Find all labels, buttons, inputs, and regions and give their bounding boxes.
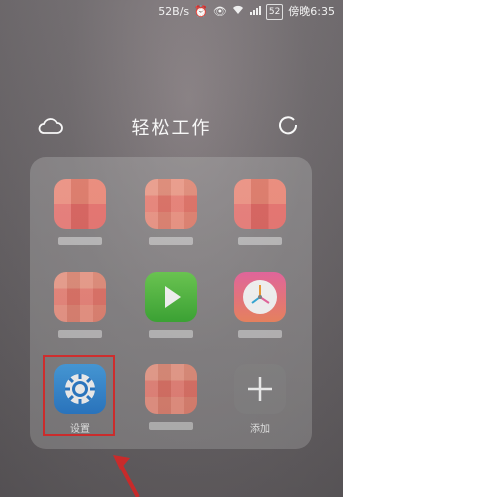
app-label-blurred [58,330,102,338]
app-label-blurred [149,422,193,430]
status-bar: 52B/s ⏰ 👁 52 傍晚6:35 [0,0,343,22]
app-icon-pixelated [145,179,197,229]
app-icon-pixelated [54,179,106,229]
refresh-icon[interactable] [277,114,299,136]
app-label-blurred [58,237,102,245]
app-label-blurred [149,330,193,338]
add-app-button[interactable]: 添加 [230,364,290,435]
clock-time: 傍晚6:35 [288,5,335,18]
plus-icon [234,364,286,414]
signal-icon [249,5,261,19]
app-blurred-2[interactable] [141,179,201,245]
app-label-blurred [238,237,282,245]
alarm-icon: ⏰ [194,5,208,18]
app-blurred-3[interactable] [230,179,290,245]
wifi-icon [232,5,244,19]
play-icon [145,272,197,322]
phone-screen: 52B/s ⏰ 👁 52 傍晚6:35 轻松工作 设置 添加 [0,0,343,497]
app-icon-pixelated [54,272,106,322]
app-clock[interactable] [230,272,290,338]
app-blurred-5[interactable] [141,364,201,430]
app-blurred-4[interactable] [50,272,110,338]
settings-highlight-box [43,355,115,436]
app-icon-pixelated [234,179,286,229]
red-arrow-icon [113,455,140,497]
battery-indicator: 52 [265,4,284,20]
eye-icon: 👁 [212,5,227,18]
app-label-blurred [149,237,193,245]
app-label-blurred [238,330,282,338]
add-label: 添加 [250,424,270,435]
network-speed: 52B/s [158,5,190,18]
clock-icon [234,272,286,322]
app-blurred-1[interactable] [50,179,110,245]
app-video[interactable] [141,272,201,338]
app-icon-pixelated [145,364,197,414]
